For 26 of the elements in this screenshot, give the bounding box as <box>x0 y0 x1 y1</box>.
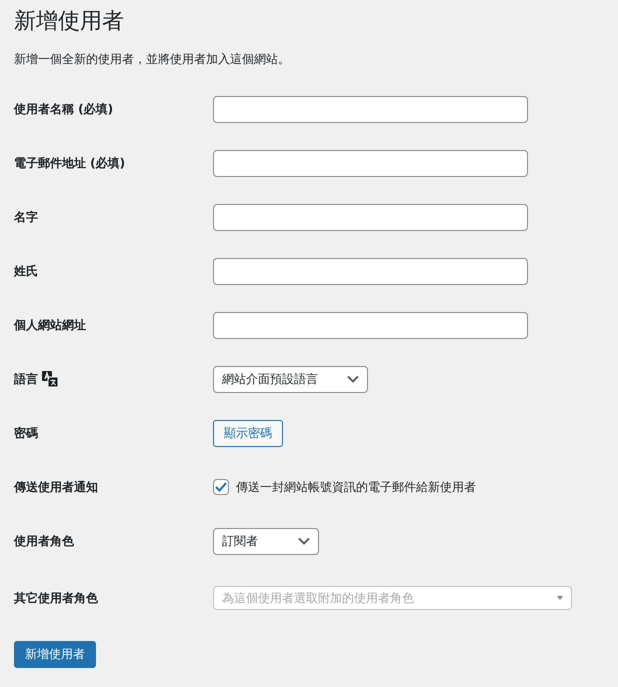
add-user-button[interactable]: 新增使用者 <box>14 641 96 668</box>
show-password-button[interactable]: 顯示密碼 <box>213 420 283 446</box>
field-label: 電子郵件地址 (必填) <box>14 154 126 172</box>
text-field[interactable] <box>213 150 528 176</box>
field-label: 姓氏 <box>14 262 38 280</box>
caret-icon <box>557 596 563 600</box>
text-field[interactable] <box>213 312 528 338</box>
text-field[interactable] <box>213 204 528 230</box>
chevron-down-icon <box>347 375 359 383</box>
dropdown[interactable]: 訂閱者 <box>213 528 319 554</box>
field-label: 使用者名稱 (必填) <box>14 100 114 118</box>
field-label: 傳送使用者通知 <box>14 478 98 496</box>
page-description: 新增一個全新的使用者，並將使用者加入這個網站。 <box>14 51 291 68</box>
page-title: 新增使用者 <box>14 8 125 36</box>
checkbox[interactable] <box>213 479 229 495</box>
field-label: 其它使用者角色 <box>14 590 98 606</box>
dropdown[interactable]: 網站介面預設語言 <box>213 366 368 392</box>
field-label: 使用者角色 <box>14 532 74 550</box>
text-field[interactable] <box>213 258 528 284</box>
field-label: 語言 <box>14 370 38 388</box>
chevron-down-icon <box>298 537 310 545</box>
checkbox-label: 傳送一封網站帳號資訊的電子郵件給新使用者 <box>236 478 476 496</box>
field-label: 密碼 <box>14 424 38 442</box>
field-label: 個人網站網址 <box>14 316 86 334</box>
text-field[interactable] <box>213 96 528 122</box>
field-label: 名字 <box>14 208 38 226</box>
